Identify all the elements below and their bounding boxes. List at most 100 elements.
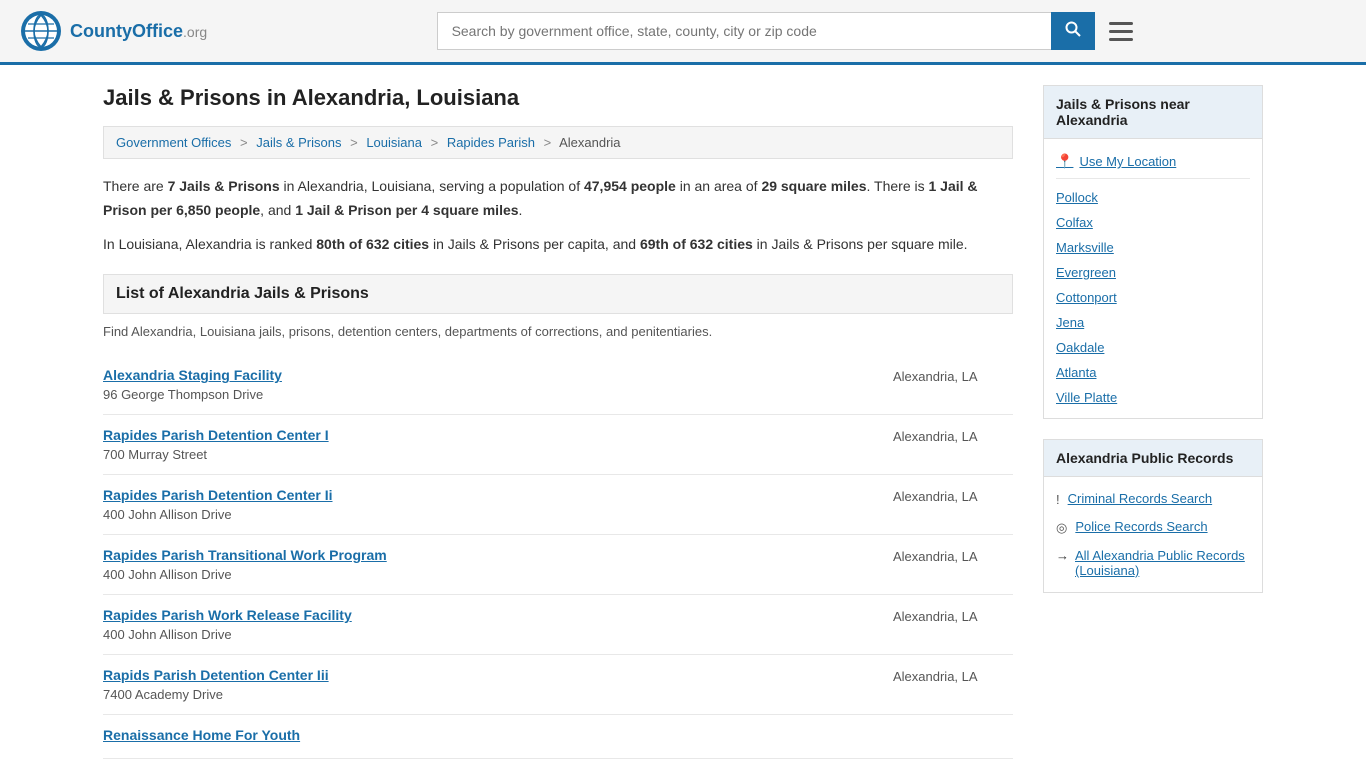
- location-pin-icon: 📍: [1056, 153, 1073, 170]
- criminal-records-link[interactable]: Criminal Records Search: [1068, 491, 1213, 506]
- main-container: Jails & Prisons in Alexandria, Louisiana…: [83, 65, 1283, 779]
- logo-text: CountyOffice.org: [70, 21, 207, 42]
- search-input[interactable]: [437, 12, 1051, 50]
- list-heading-text: List of Alexandria Jails & Prisons: [116, 285, 369, 302]
- facility-row: Alexandria Staging Facility 96 George Th…: [103, 355, 1013, 415]
- nearby-title: Jails & Prisons near Alexandria: [1044, 86, 1262, 139]
- sidebar: Jails & Prisons near Alexandria 📍 Use My…: [1043, 85, 1263, 759]
- menu-line-3: [1109, 38, 1133, 41]
- police-records-link[interactable]: Police Records Search: [1075, 519, 1207, 534]
- stats-count: 7 Jails & Prisons: [168, 178, 280, 194]
- breadcrumb-sep-4: >: [544, 135, 552, 150]
- all-records-item: → All Alexandria Public Records (Louisia…: [1056, 542, 1250, 584]
- nearby-city-link[interactable]: Pollock: [1056, 185, 1250, 210]
- facility-address: 400 John Allison Drive: [103, 507, 232, 522]
- breadcrumb-jails-prisons[interactable]: Jails & Prisons: [256, 135, 341, 150]
- menu-line-1: [1109, 22, 1133, 25]
- facility-row: Rapids Parish Detention Center Iii 7400 …: [103, 655, 1013, 715]
- nearby-box: Jails & Prisons near Alexandria 📍 Use My…: [1043, 85, 1263, 419]
- facility-list: Alexandria Staging Facility 96 George Th…: [103, 355, 1013, 759]
- list-description: Find Alexandria, Louisiana jails, prison…: [103, 324, 1013, 339]
- facility-info: Renaissance Home For Youth: [103, 727, 873, 746]
- stats-area-end: . There is: [867, 178, 929, 194]
- stats-final: .: [519, 202, 523, 218]
- facility-name[interactable]: Rapides Parish Transitional Work Program: [103, 547, 873, 563]
- facility-row: Renaissance Home For Youth: [103, 715, 1013, 759]
- public-records-title: Alexandria Public Records: [1044, 440, 1262, 477]
- police-records-item: ◎ Police Records Search: [1056, 513, 1250, 542]
- search-button[interactable]: [1051, 12, 1095, 50]
- facility-name[interactable]: Rapides Parish Work Release Facility: [103, 607, 873, 623]
- facility-city: Alexandria, LA: [873, 487, 1013, 504]
- all-records-link[interactable]: All Alexandria Public Records (Louisiana…: [1075, 548, 1250, 578]
- page-title: Jails & Prisons in Alexandria, Louisiana: [103, 85, 1013, 111]
- facility-name[interactable]: Renaissance Home For Youth: [103, 727, 873, 743]
- facility-row: Rapides Parish Detention Center I 700 Mu…: [103, 415, 1013, 475]
- nearby-city-link[interactable]: Jena: [1056, 310, 1250, 335]
- facility-city: Alexandria, LA: [873, 667, 1013, 684]
- public-records-box: Alexandria Public Records ! Criminal Rec…: [1043, 439, 1263, 593]
- stats-rank2: 69th of 632 cities: [640, 236, 753, 252]
- breadcrumb-government-offices[interactable]: Government Offices: [116, 135, 231, 150]
- header: CountyOffice.org: [0, 0, 1366, 65]
- arrow-icon: →: [1056, 548, 1069, 563]
- facility-row: Rapides Parish Transitional Work Program…: [103, 535, 1013, 595]
- facility-name[interactable]: Rapides Parish Detention Center Ii: [103, 487, 873, 503]
- stats-rank1: 80th of 632 cities: [316, 236, 429, 252]
- facility-address: 700 Murray Street: [103, 447, 207, 462]
- nearby-content: 📍 Use My Location PollockColfaxMarksvill…: [1044, 139, 1262, 418]
- breadcrumb-rapides-parish[interactable]: Rapides Parish: [447, 135, 535, 150]
- facility-info: Rapides Parish Detention Center Ii 400 J…: [103, 487, 873, 522]
- logo[interactable]: CountyOffice.org: [20, 10, 207, 52]
- nearby-city-link[interactable]: Cottonport: [1056, 285, 1250, 310]
- breadcrumb-sep-1: >: [240, 135, 248, 150]
- criminal-records-item: ! Criminal Records Search: [1056, 485, 1250, 513]
- list-heading-bar: List of Alexandria Jails & Prisons: [103, 274, 1013, 314]
- facility-city: Alexandria, LA: [873, 607, 1013, 624]
- content-area: Jails & Prisons in Alexandria, Louisiana…: [103, 85, 1013, 759]
- search-icon: [1065, 21, 1081, 37]
- menu-button[interactable]: [1105, 18, 1137, 45]
- breadcrumb-sep-3: >: [431, 135, 439, 150]
- search-area: [437, 12, 1137, 50]
- use-my-location-button[interactable]: 📍 Use My Location: [1056, 147, 1250, 179]
- stats-population: 47,954 people: [584, 178, 676, 194]
- nearby-city-link[interactable]: Atlanta: [1056, 360, 1250, 385]
- nearby-city-link[interactable]: Oakdale: [1056, 335, 1250, 360]
- facility-info: Alexandria Staging Facility 96 George Th…: [103, 367, 873, 402]
- stats-pre: There are: [103, 178, 168, 194]
- stats-per-sqmile: 1 Jail & Prison per 4 square miles: [295, 202, 518, 218]
- logo-icon: [20, 10, 62, 52]
- facility-address: 7400 Academy Drive: [103, 687, 223, 702]
- use-my-location-label: Use My Location: [1079, 154, 1176, 169]
- stats-paragraph-2: In Louisiana, Alexandria is ranked 80th …: [103, 233, 1013, 257]
- facility-address: 96 George Thompson Drive: [103, 387, 263, 402]
- stats-rank-mid: in Jails & Prisons per capita, and: [429, 236, 640, 252]
- stats-area-pre: in an area of: [676, 178, 762, 194]
- nearby-city-link[interactable]: Evergreen: [1056, 260, 1250, 285]
- breadcrumb-louisiana[interactable]: Louisiana: [366, 135, 422, 150]
- nearby-city-link[interactable]: Ville Platte: [1056, 385, 1250, 410]
- stats-paragraph-1: There are 7 Jails & Prisons in Alexandri…: [103, 175, 1013, 223]
- facility-row: Rapides Parish Work Release Facility 400…: [103, 595, 1013, 655]
- breadcrumb-alexandria: Alexandria: [559, 135, 620, 150]
- facility-row: Rapides Parish Detention Center Ii 400 J…: [103, 475, 1013, 535]
- facility-info: Rapides Parish Transitional Work Program…: [103, 547, 873, 582]
- facility-name[interactable]: Rapides Parish Detention Center I: [103, 427, 873, 443]
- facility-info: Rapides Parish Detention Center I 700 Mu…: [103, 427, 873, 462]
- facility-city: Alexandria, LA: [873, 547, 1013, 564]
- breadcrumb: Government Offices > Jails & Prisons > L…: [103, 126, 1013, 159]
- stats-comma: , and: [260, 202, 295, 218]
- facility-city: [873, 727, 1013, 729]
- exclamation-icon: !: [1056, 492, 1060, 507]
- breadcrumb-sep-2: >: [350, 135, 358, 150]
- stats-rank-end: in Jails & Prisons per square mile.: [753, 236, 968, 252]
- facility-name[interactable]: Alexandria Staging Facility: [103, 367, 873, 383]
- facility-city: Alexandria, LA: [873, 427, 1013, 444]
- facility-name[interactable]: Rapids Parish Detention Center Iii: [103, 667, 873, 683]
- facility-city: Alexandria, LA: [873, 367, 1013, 384]
- nearby-city-link[interactable]: Colfax: [1056, 210, 1250, 235]
- facility-address: 400 John Allison Drive: [103, 627, 232, 642]
- facility-info: Rapids Parish Detention Center Iii 7400 …: [103, 667, 873, 702]
- nearby-city-link[interactable]: Marksville: [1056, 235, 1250, 260]
